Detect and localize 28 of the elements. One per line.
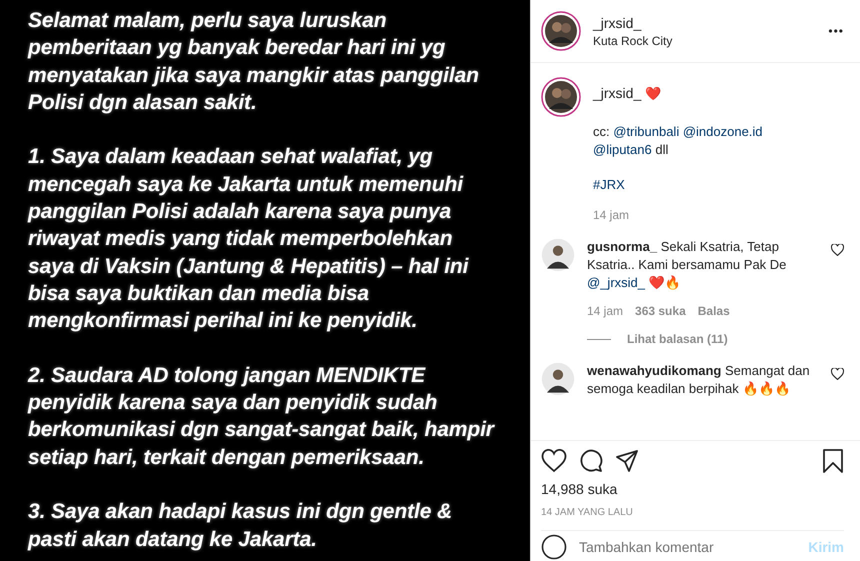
location[interactable]: Kuta Rock City [593,34,816,48]
like-icon[interactable] [831,368,844,380]
post-text: 1. Saya dalam keadaan sehat walafiat, yg mencegah saya ke Jakarta untuk memenuhi panggilan Polisi adalah karena saya punya riwayat medis yang tidak memperbolehkan saya di Vaksin (Jantung & Hepatitis) – hal ini bisa saya buktikan dan media bisa mengkonfirmasi perihal ini ke penyidik. [28,144,470,334]
comment-text: wenawahyudikomang Semangat dan semoga keadilan berpihak 🔥🔥🔥 [587,362,811,398]
like-icon[interactable] [831,244,844,256]
post-date: 14 JAM YANG LALU [541,507,844,531]
comment-icon[interactable] [579,449,603,473]
more-options-icon[interactable]: ••• [828,24,844,38]
post-time: 14 jam [593,208,630,222]
emoji-icon[interactable] [541,534,567,560]
username[interactable]: _jrxsid_ [593,14,816,30]
username[interactable]: _jrxsid_ [593,85,642,101]
share-icon[interactable] [615,449,639,473]
hashtag-link[interactable]: #JRX [593,177,625,192]
caption-text: cc: @tribunbali @indozone.id @liputan6 dll [593,123,763,159]
post-text: Selamat malam, perlu saya luruskan pemberitaan yg banyak beredar hari ini yg menyatakan jika saya mangkir atas panggilan Polisi dgn alasan sakit. [28,8,480,116]
like-count[interactable]: 14,988 suka [541,481,844,497]
like-icon[interactable] [541,449,567,473]
comment-time: 14 jam [587,304,624,318]
post-text: 2. Saudara AD tolong jangan MENDIKTE penyidik karena saya dan penyidik sudah berkomunikasi dgn sangat-sangat baik, hampir setiap hari, terkait dengan pemeriksaan. [28,362,496,471]
avatar-icon[interactable] [541,11,581,51]
avatar-icon[interactable] [541,238,575,272]
avatar-icon[interactable] [541,362,575,396]
post-text: 3. Saya akan hadapi kasus ini dgn gentle & pasti akan datang ke Jakarta. [28,499,454,553]
heart-emoji: ❤ [644,86,661,101]
avatar-icon[interactable] [541,77,581,117]
comment-text: gusnorma_ Sekali Ksatria, Tetap Ksatria.. Kami bersamamu Pak De @_jrxsid_ ❤🔥 [587,238,788,292]
bookmark-icon[interactable] [822,449,844,473]
